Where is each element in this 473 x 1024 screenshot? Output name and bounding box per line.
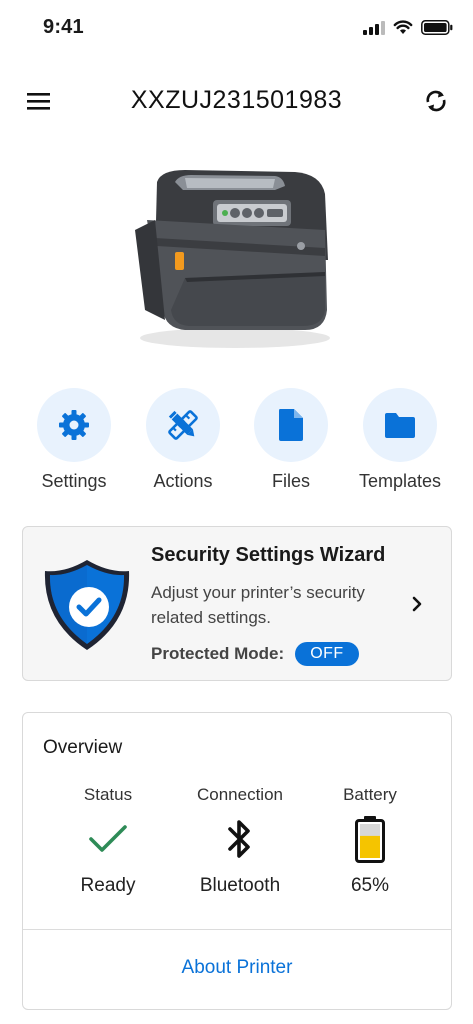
files-icon-circle (254, 388, 328, 462)
status-bar: 9:41 (0, 0, 473, 56)
status-icons (363, 20, 453, 35)
connection-icon-wrap (175, 815, 305, 863)
status-value: Ready (80, 875, 136, 896)
header: XXZUJ231501983 (0, 76, 473, 126)
status-icon-wrap (43, 815, 173, 863)
connection-value: Bluetooth (199, 875, 281, 896)
settings-label: Settings (41, 471, 107, 491)
battery-status-icon (421, 20, 453, 35)
protected-mode-row: Protected Mode: OFF (151, 642, 359, 666)
battery-icon-wrap (305, 815, 435, 863)
actions-label: Actions (153, 471, 213, 491)
bluetooth-icon (228, 820, 250, 858)
templates-label: Templates (358, 471, 442, 491)
refresh-icon (426, 90, 446, 112)
folder-icon (385, 413, 415, 438)
battery-fill (360, 835, 380, 858)
security-description: Adjust your printer’s security related s… (151, 583, 365, 627)
security-wizard-card[interactable]: Security Settings Wizard Adjust your pri… (22, 526, 452, 681)
status-label: Status (83, 785, 133, 804)
checkmark-icon (89, 825, 127, 852)
printer-serial-title: XXZUJ231501983 (130, 86, 343, 114)
chevron-right-icon (412, 596, 422, 612)
connection-column: Connection Bluetooth (175, 785, 305, 897)
security-shield-icon (44, 560, 130, 650)
overview-title: Overview (43, 737, 123, 758)
overview-divider (23, 929, 451, 930)
file-icon (279, 409, 303, 441)
printer-image (135, 170, 330, 348)
cellular-signal-icon (363, 20, 385, 35)
battery-value: 65% (350, 875, 390, 896)
settings-action[interactable]: Settings (20, 388, 128, 498)
protected-mode-toggle[interactable]: OFF (295, 642, 359, 666)
status-time: 9:41 (43, 16, 84, 38)
battery-column: Battery 65% (305, 785, 435, 897)
actions-action[interactable]: Actions (129, 388, 237, 498)
connection-label: Connection (196, 785, 283, 804)
refresh-button[interactable] (419, 84, 453, 118)
protected-mode-label: Protected Mode: (151, 644, 285, 663)
about-printer-link[interactable]: About Printer (23, 957, 451, 979)
gear-icon (59, 410, 89, 440)
files-label: Files (271, 471, 310, 491)
battery-label: Battery (343, 785, 397, 804)
pencil-ruler-icon (168, 410, 198, 440)
files-action[interactable]: Files (237, 388, 345, 498)
quick-actions: Settings Actions Files Templates (22, 388, 454, 498)
actions-icon-circle (146, 388, 220, 462)
status-column: Status Ready (43, 785, 173, 897)
security-title: Security Settings Wizard (151, 544, 386, 566)
settings-icon-circle (37, 388, 111, 462)
wifi-icon (393, 20, 413, 34)
overview-card: Overview Status Ready Connection Bluetoo… (22, 712, 452, 1010)
templates-action[interactable]: Templates (346, 388, 454, 498)
battery-icon (355, 816, 385, 863)
templates-icon-circle (363, 388, 437, 462)
